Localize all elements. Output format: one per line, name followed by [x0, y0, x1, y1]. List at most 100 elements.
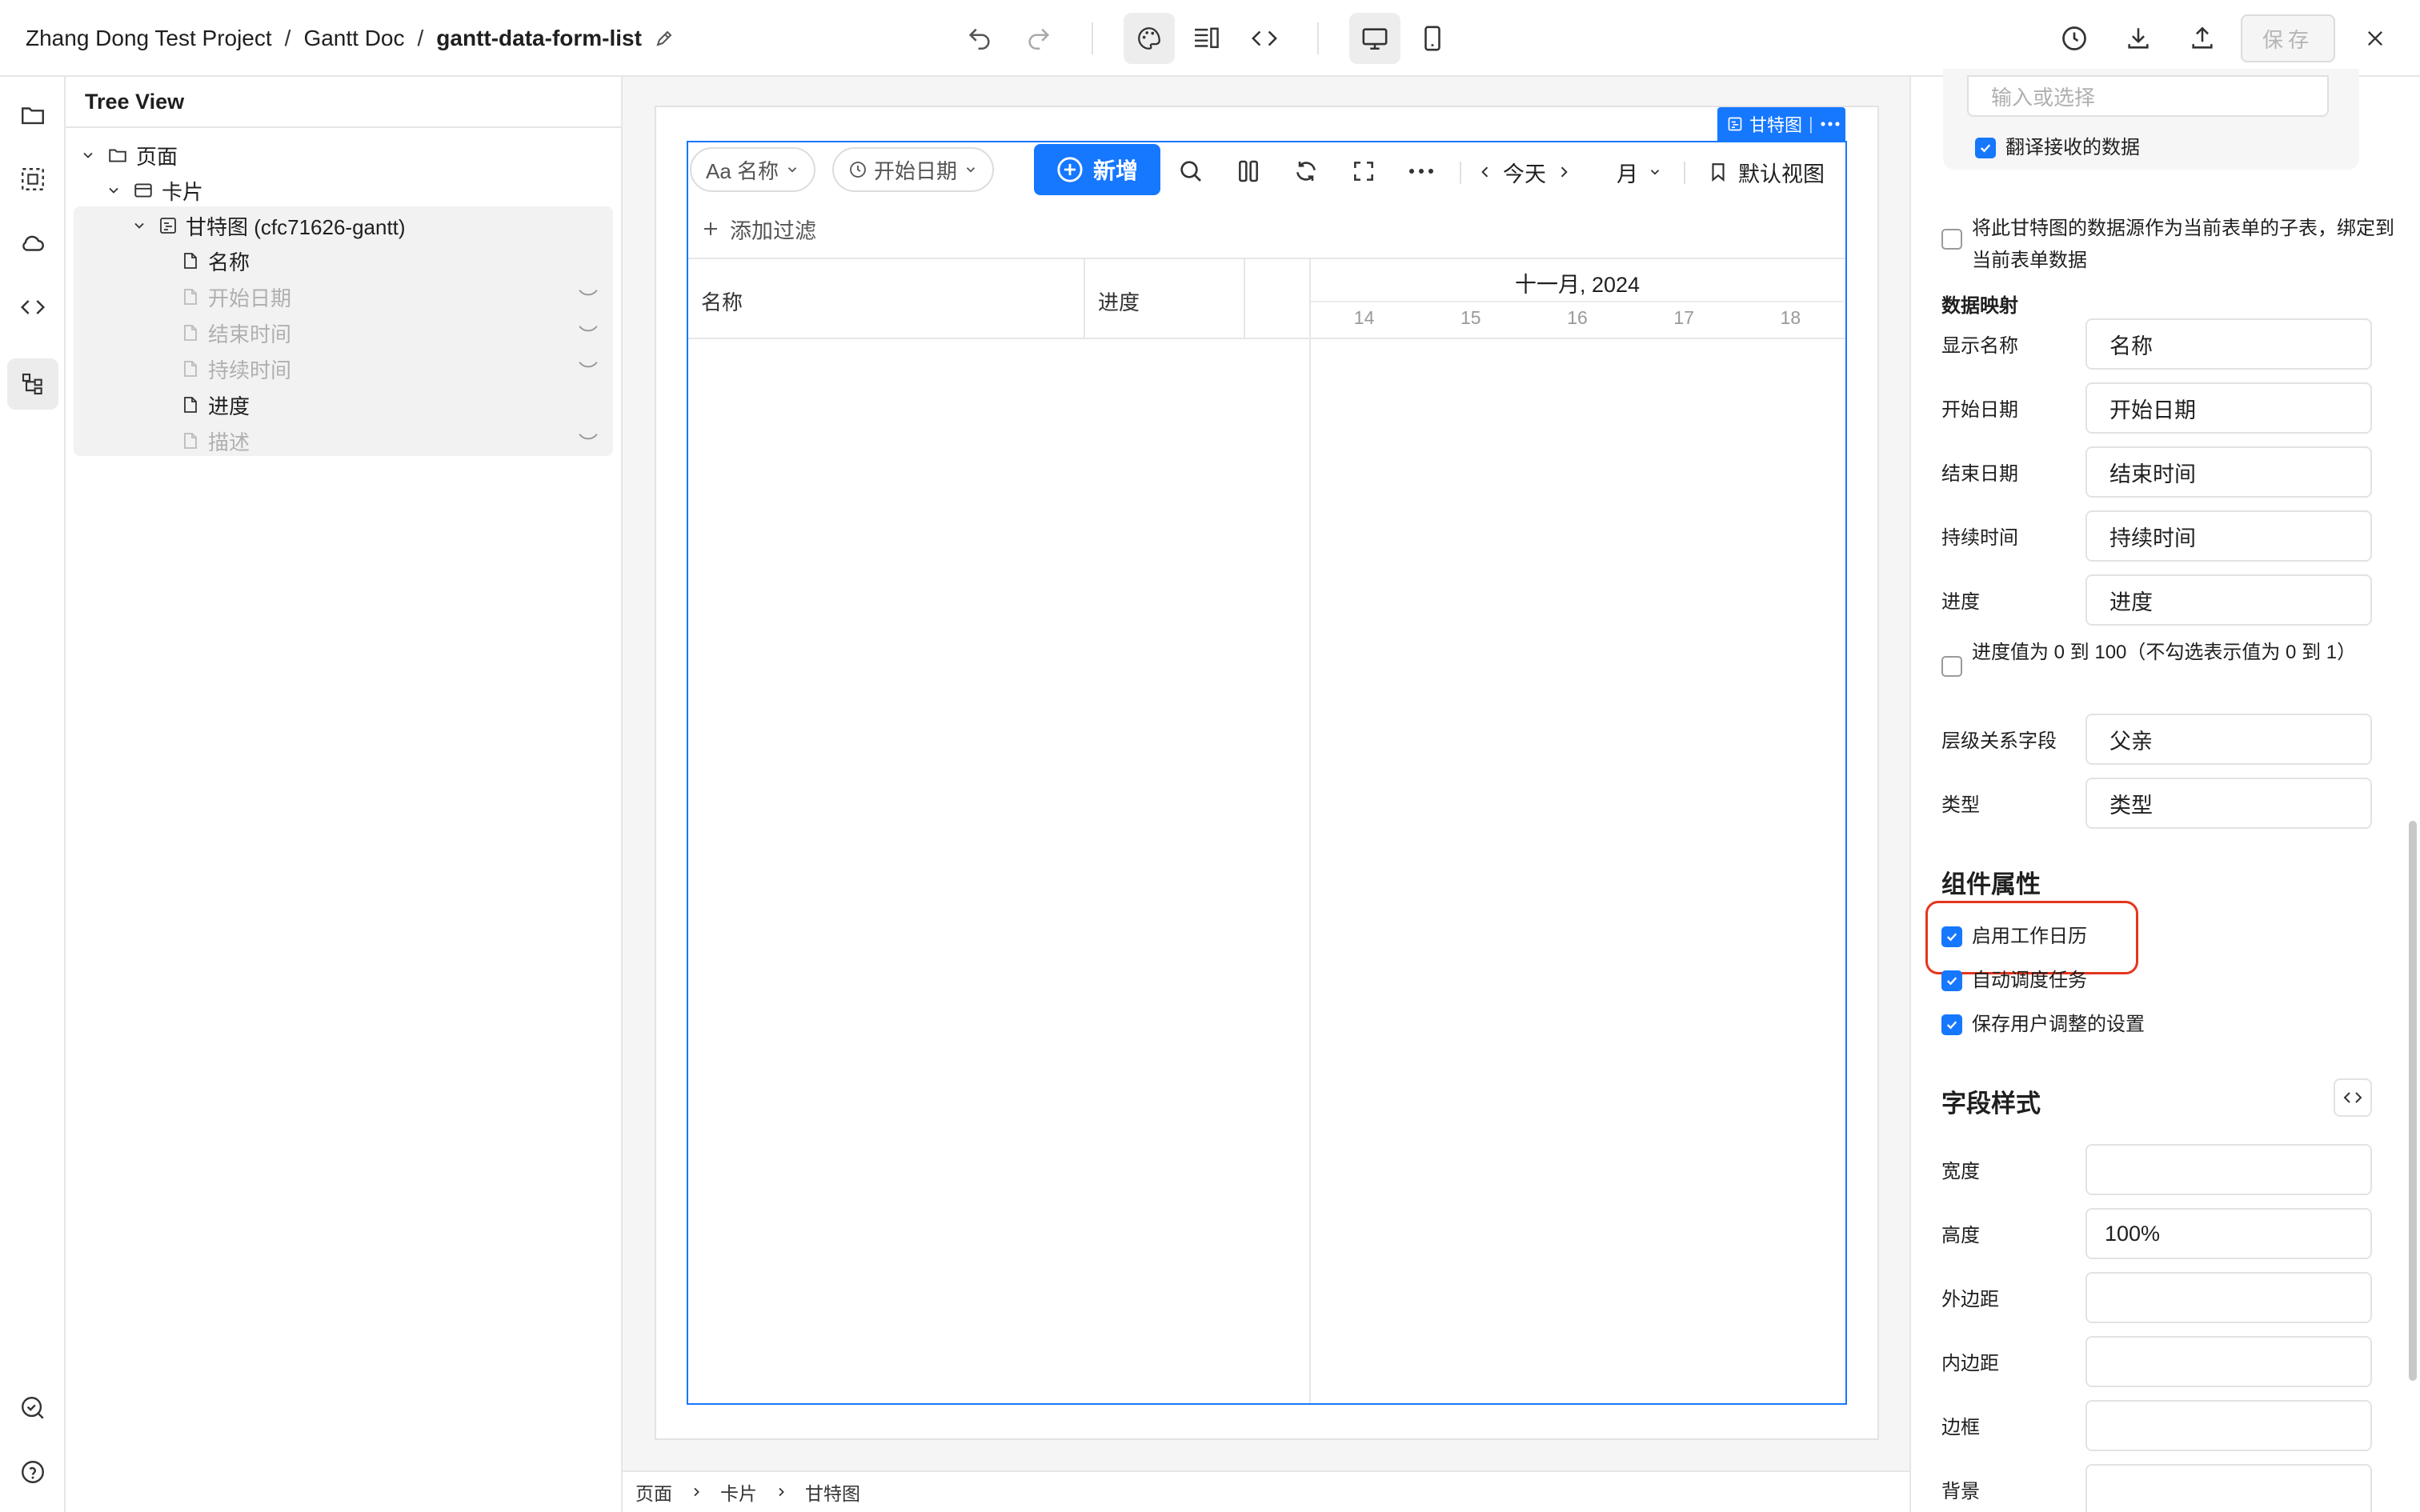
breadcrumb-page: gantt-data-form-list: [436, 26, 642, 50]
search-icon[interactable]: [1178, 158, 1204, 184]
tree-icon[interactable]: [7, 358, 58, 410]
tree-node-field-start[interactable]: 开始日期: [181, 279, 291, 314]
style-input[interactable]: [2085, 1336, 2372, 1387]
more-icon[interactable]: [1820, 121, 1841, 127]
progress-range-row[interactable]: 进度值为 0 到 100（不勾选表示值为 0 到 1）: [1941, 637, 2394, 677]
properties-panel: 输入或选择 翻译接收的数据 将此甘特图的数据源作为当前表单的子表，绑定到当前表单…: [1909, 69, 2420, 1512]
view-selector[interactable]: 默认视图: [1708, 158, 1825, 186]
type-select[interactable]: 类型: [2085, 778, 2372, 829]
eye-closed-icon[interactable]: [578, 322, 599, 337]
mapping-select[interactable]: 持续时间: [2085, 510, 2372, 562]
prop-checkbox-row[interactable]: 自动调度任务: [1941, 966, 2087, 996]
style-input[interactable]: 100%: [2085, 1208, 2372, 1259]
add-button-label: 新增: [1093, 158, 1139, 183]
file-icon: [181, 323, 200, 342]
column-header-name[interactable]: 名称: [701, 286, 743, 316]
style-input[interactable]: [2085, 1400, 2372, 1451]
chevron-down-icon[interactable]: [77, 147, 99, 163]
breadcrumb-item[interactable]: 甘特图: [805, 1478, 860, 1506]
chevron-right-icon[interactable]: [1556, 164, 1572, 180]
chevron-down-icon: [1648, 165, 1662, 179]
eye-closed-icon[interactable]: [578, 286, 599, 301]
more-icon[interactable]: [1407, 158, 1436, 184]
undo-icon[interactable]: [954, 13, 1005, 64]
mobile-icon[interactable]: [1407, 13, 1458, 64]
subtable-checkbox[interactable]: [1941, 229, 1962, 250]
prop-checkbox-row[interactable]: 启用工作日历: [1941, 922, 2087, 952]
folder-icon[interactable]: [7, 90, 58, 141]
save-button[interactable]: 保存: [2241, 14, 2335, 62]
breadcrumb-item[interactable]: 卡片: [720, 1478, 757, 1506]
field-name-selector[interactable]: Aa 名称: [690, 147, 816, 192]
eye-closed-icon[interactable]: [578, 430, 599, 445]
breadcrumb-project[interactable]: Zhang Dong Test Project: [26, 26, 272, 51]
breadcrumb-doc[interactable]: Gantt Doc: [303, 26, 404, 51]
today-button[interactable]: 今天: [1503, 157, 1546, 188]
code-icon[interactable]: [7, 282, 58, 333]
auto-schedule-checkbox[interactable]: [1941, 970, 1962, 991]
component-breadcrumb: 页面 卡片 甘特图: [623, 1470, 1909, 1512]
palette-icon[interactable]: [1124, 13, 1175, 64]
upload-icon[interactable]: [2177, 13, 2228, 64]
tree-node-field-progress[interactable]: 进度: [181, 387, 250, 422]
download-icon[interactable]: [2113, 13, 2164, 64]
datasource-input[interactable]: 输入或选择: [1967, 75, 2329, 117]
mapping-select[interactable]: 进度: [2085, 574, 2372, 626]
mapping-select[interactable]: 名称: [2085, 318, 2372, 370]
tree-node-field-name[interactable]: 名称: [181, 243, 250, 278]
hierarchy-select[interactable]: 父亲: [2085, 714, 2372, 765]
timeline-month: 十一月, 2024: [1514, 273, 1641, 297]
mapping-select[interactable]: 结束时间: [2085, 446, 2372, 498]
prop-checkbox-row[interactable]: 保存用户调整的设置: [1941, 1010, 2145, 1040]
work-calendar-checkbox[interactable]: [1941, 926, 1962, 947]
refresh-icon[interactable]: [1293, 158, 1319, 184]
toolbar-divider: [1460, 162, 1461, 184]
eye-closed-icon[interactable]: [578, 358, 599, 373]
save-settings-checkbox[interactable]: [1941, 1014, 1962, 1035]
close-icon[interactable]: [2350, 13, 2401, 64]
field-date-selector[interactable]: 开始日期: [832, 147, 995, 192]
code-icon[interactable]: [1239, 13, 1290, 64]
tree-node-label: 卡片: [162, 179, 204, 204]
tree-node-page[interactable]: 页面: [77, 138, 178, 173]
chevron-down-icon[interactable]: [128, 218, 150, 234]
style-input[interactable]: [2085, 1464, 2372, 1512]
style-input[interactable]: [2085, 1144, 2372, 1195]
prop-label: 自动调度任务: [1972, 970, 2087, 991]
tree-node-field-duration[interactable]: 持续时间: [181, 351, 291, 386]
code-icon[interactable]: [2334, 1078, 2372, 1117]
scrollbar[interactable]: [2409, 821, 2417, 1381]
desktop-icon[interactable]: [1349, 13, 1400, 64]
mapping-select[interactable]: 开始日期: [2085, 382, 2372, 434]
translate-checkbox-row[interactable]: 翻译接收的数据: [1975, 133, 2140, 163]
tree-node-field-end[interactable]: 结束时间: [181, 315, 291, 350]
column-header-progress[interactable]: 进度: [1098, 286, 1140, 316]
layout-icon[interactable]: [1181, 13, 1232, 64]
selection-icon[interactable]: [7, 154, 58, 205]
columns-icon[interactable]: [1236, 158, 1261, 184]
cloud-icon[interactable]: [7, 218, 58, 269]
add-button[interactable]: 新增: [1034, 144, 1161, 195]
scale-selector[interactable]: 月: [1617, 158, 1662, 186]
search-check-icon[interactable]: [7, 1382, 58, 1434]
gantt-component[interactable]: Aa 名称 开始日期 新增 今天 月 默认视图 添加过滤 名称 进度 十一月, …: [687, 141, 1847, 1405]
progress-range-label: 进度值为 0 到 100（不勾选表示值为 0 到 1）: [1972, 642, 2357, 663]
breadcrumb-item[interactable]: 页面: [635, 1478, 672, 1506]
redo-icon[interactable]: [1013, 13, 1064, 64]
progress-range-checkbox[interactable]: [1941, 656, 1962, 677]
subtable-checkbox-row[interactable]: 将此甘特图的数据源作为当前表单的子表，绑定到当前表单数据: [1941, 213, 2394, 277]
chevron-down-icon[interactable]: [102, 182, 125, 198]
chevron-left-icon[interactable]: [1477, 164, 1493, 180]
component-tag[interactable]: 甘特图 |: [1717, 107, 1845, 141]
mapping-title: 数据映射: [1941, 295, 2018, 317]
style-input[interactable]: [2085, 1272, 2372, 1323]
tree-node-card[interactable]: 卡片: [102, 173, 203, 208]
help-icon[interactable]: [7, 1446, 58, 1498]
fullscreen-icon[interactable]: [1351, 158, 1376, 184]
tree-node-gantt[interactable]: 甘特图 (cfc71626-gantt): [128, 208, 406, 243]
translate-checkbox[interactable]: [1975, 138, 1996, 158]
tree-node-field-description[interactable]: 描述: [181, 423, 250, 458]
history-icon[interactable]: [2049, 13, 2100, 64]
pencil-icon[interactable]: [655, 29, 674, 48]
add-filter-button[interactable]: 添加过滤: [701, 213, 816, 245]
